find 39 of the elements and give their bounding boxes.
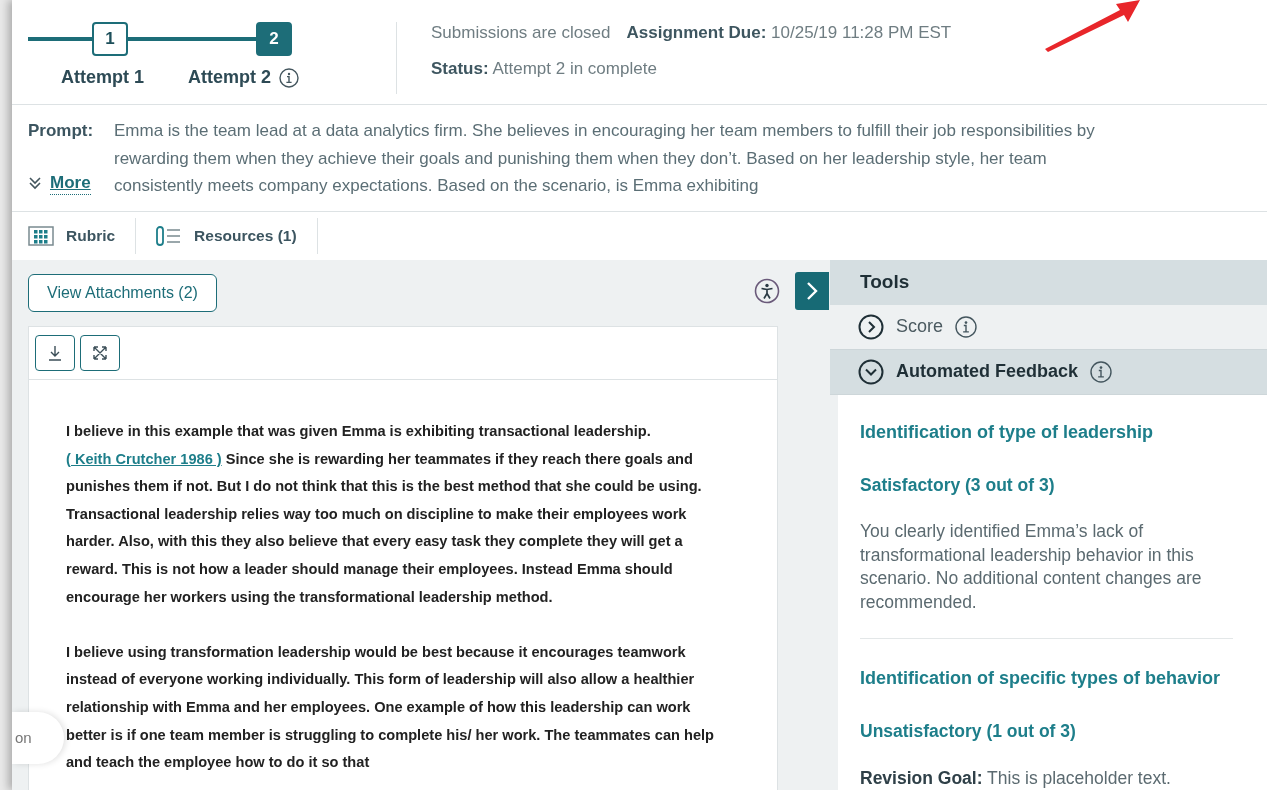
rating-text: Satisfactory (3 out of 3) — [860, 474, 1056, 497]
expand-button[interactable] — [80, 335, 120, 371]
chevron-down-circle-icon — [858, 359, 884, 385]
status-text: Status: Attempt 2 in complete — [431, 57, 658, 80]
attempt-step[interactable]: 1 — [92, 22, 128, 56]
info-icon — [955, 315, 978, 338]
prompt-text: Emma is the team lead at a data analytics firm. She believes in encouraging her team members to fulfill their job responsibilities by rewarding them when they achieve their goals and punishing them when they don’t. Based on her leadership style, her team consistently meets company expectations. Based on the scenario, is Emma exhibiting — [114, 120, 1096, 197]
accessibility-icon — [754, 278, 780, 304]
submission-note: Submissions are closed — [431, 22, 611, 44]
download-icon — [47, 345, 63, 361]
essay-paragraph: I believe in this example that was given Emma is exhibiting transactional leadership. ( Keith Crutcher 1986 ) Since she is rewarding her teammates if they reach there goals and punishes them if not. But I do not think that this is the best method that she could be using. Transactional leadership relies way too much on discipline to make their employees work harder. Also, with this they also believe that every easy task they complete they will get a reward. This is not how a leader should manage their employees. Instead Emma should encourage her workers using the transformational leadership method. — [66, 422, 703, 607]
essay-paragraph: I believe using transformation leadership would be best because it encourages teamwork instead of everyone working individually. This form of leadership will also allow a healthier relationship with Emma and her employees. One example of how this leadership can work better is if one team member is struggling to complete his/ her work. The teammates can help and teach the employee how to do it so that — [66, 642, 715, 773]
rating-text: Unsatisfactory (1 out of 3) — [860, 720, 1077, 744]
paperclip-list-icon — [154, 225, 183, 247]
double-chevron-icon — [28, 176, 42, 190]
accordion-header[interactable]: Automated Feedback — [830, 349, 1267, 395]
view-attachments-button[interactable]: View Attachments (2) — [28, 274, 217, 312]
toolbar-tab[interactable]: Rubric — [28, 218, 137, 254]
attempt-label: Attempt 1 — [61, 66, 144, 89]
attempt-label: Attempt 2 — [188, 66, 271, 89]
more-link[interactable]: More — [50, 171, 91, 195]
attempt-step[interactable]: 2 — [256, 22, 292, 56]
criterion-title: Identification of specific types of behavior — [860, 667, 1222, 691]
floating-tab[interactable]: on — [12, 712, 64, 764]
prompt-label: Prompt: — [28, 120, 95, 142]
tools-header: Tools — [830, 260, 1267, 305]
chevron-right-icon — [805, 281, 819, 301]
feedback-comment: You clearly identified Emma’s lack of transformational leadership behavior in this scenario. No additional content changes are recommended. — [860, 520, 1203, 614]
chevron-right-circle-icon — [858, 313, 884, 340]
grid-icon — [28, 226, 54, 246]
info-icon — [1090, 361, 1113, 383]
expand-icon — [92, 345, 108, 361]
citation-link[interactable]: ( Keith Crutcher 1986 ) — [66, 450, 222, 467]
download-button[interactable] — [35, 335, 75, 371]
revision-goal: Revision Goal: This is placeholder text. — [860, 766, 1172, 790]
criterion-title: Identification of type of leadership — [860, 421, 1155, 444]
due-date: Assignment Due: 10/25/19 11:28 PM EST — [626, 22, 952, 44]
toolbar-tab[interactable]: Resources (1) — [154, 218, 318, 254]
collapse-toggle-button[interactable] — [795, 272, 829, 310]
